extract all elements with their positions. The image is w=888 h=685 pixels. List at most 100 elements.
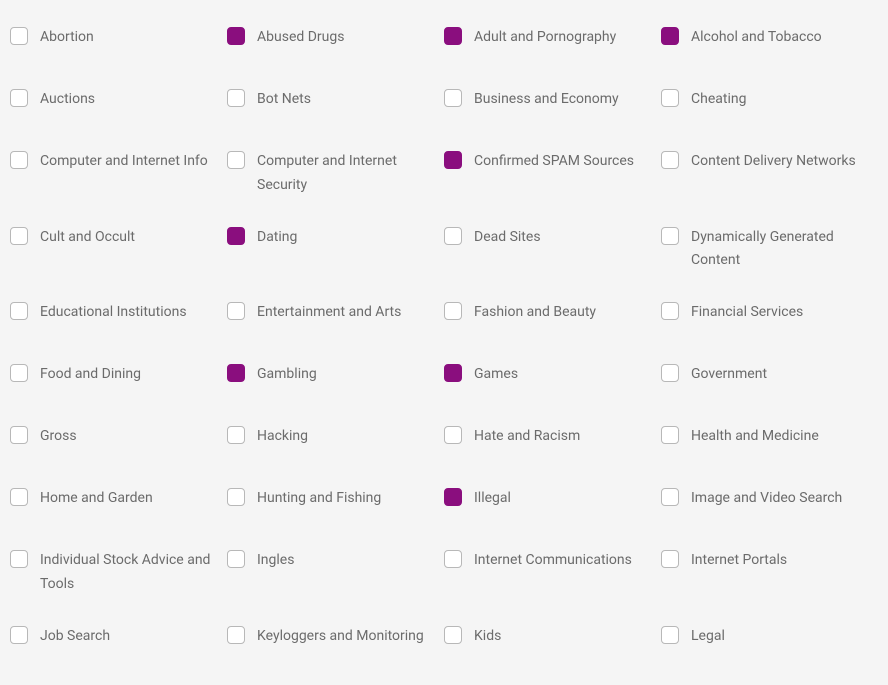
category-checkbox[interactable] <box>444 227 462 245</box>
category-checkbox[interactable] <box>661 550 679 568</box>
category-grid: Abortion Abused Drugs Adult and Pornograph… <box>10 12 878 673</box>
category-checkbox[interactable] <box>227 302 245 320</box>
category-checkbox[interactable] <box>10 302 28 320</box>
category-label: Confirmed SPAM Sources <box>474 150 644 174</box>
category-item[interactable]: Fashion and Beauty <box>444 287 661 349</box>
category-checkbox[interactable] <box>227 151 245 169</box>
category-item[interactable]: Alcohol and Tobacco <box>661 12 878 74</box>
category-checkbox[interactable] <box>10 426 28 444</box>
category-item[interactable]: Keyloggers and Monitoring <box>227 611 444 673</box>
category-item[interactable]: Business and Economy <box>444 74 661 136</box>
category-item[interactable]: Computer and Internet Security <box>227 136 444 212</box>
category-checkbox[interactable] <box>10 488 28 506</box>
category-checkbox[interactable] <box>10 89 28 107</box>
category-item[interactable]: Ingles <box>227 535 444 611</box>
category-checkbox[interactable] <box>227 27 245 45</box>
category-item[interactable]: Health and Medicine <box>661 411 878 473</box>
category-item[interactable]: Food and Dining <box>10 349 227 411</box>
category-item[interactable]: Computer and Internet Info <box>10 136 227 212</box>
category-checkbox[interactable] <box>10 151 28 169</box>
category-checkbox[interactable] <box>661 364 679 382</box>
category-item[interactable]: Image and Video Search <box>661 473 878 535</box>
category-label: Alcohol and Tobacco <box>691 26 832 50</box>
category-item[interactable]: Abortion <box>10 12 227 74</box>
category-checkbox[interactable] <box>661 151 679 169</box>
category-checkbox[interactable] <box>661 426 679 444</box>
category-label: Dating <box>257 226 307 250</box>
category-checkbox[interactable] <box>444 550 462 568</box>
category-item[interactable]: Illegal <box>444 473 661 535</box>
category-label: Abused Drugs <box>257 26 354 50</box>
category-checkbox[interactable] <box>661 626 679 644</box>
category-label: Keyloggers and Monitoring <box>257 625 434 649</box>
category-checkbox[interactable] <box>661 302 679 320</box>
category-item[interactable]: Cult and Occult <box>10 212 227 288</box>
category-label: Fashion and Beauty <box>474 301 606 325</box>
category-checkbox[interactable] <box>227 89 245 107</box>
category-checkbox[interactable] <box>444 27 462 45</box>
category-item[interactable]: Legal <box>661 611 878 673</box>
category-item[interactable]: Gross <box>10 411 227 473</box>
category-label: Adult and Pornography <box>474 26 626 50</box>
category-checkbox[interactable] <box>444 364 462 382</box>
category-item[interactable]: Abused Drugs <box>227 12 444 74</box>
category-item[interactable]: Bot Nets <box>227 74 444 136</box>
category-label: Educational Institutions <box>40 301 197 325</box>
category-checkbox[interactable] <box>227 550 245 568</box>
category-checkbox[interactable] <box>444 626 462 644</box>
category-item[interactable]: Confirmed SPAM Sources <box>444 136 661 212</box>
category-item[interactable]: Hunting and Fishing <box>227 473 444 535</box>
category-label: Dead Sites <box>474 226 551 250</box>
category-item[interactable]: Government <box>661 349 878 411</box>
category-label: Government <box>691 363 777 387</box>
category-label: Hate and Racism <box>474 425 590 449</box>
category-item[interactable]: Home and Garden <box>10 473 227 535</box>
category-label: Job Search <box>40 625 120 649</box>
category-item[interactable]: Cheating <box>661 74 878 136</box>
category-item[interactable]: Job Search <box>10 611 227 673</box>
category-item[interactable]: Kids <box>444 611 661 673</box>
category-item[interactable]: Educational Institutions <box>10 287 227 349</box>
category-item[interactable]: Financial Services <box>661 287 878 349</box>
category-label: Hunting and Fishing <box>257 487 391 511</box>
category-item[interactable]: Dating <box>227 212 444 288</box>
category-item[interactable]: Internet Communications <box>444 535 661 611</box>
category-label: Food and Dining <box>40 363 151 387</box>
category-checkbox[interactable] <box>444 302 462 320</box>
category-checkbox[interactable] <box>661 488 679 506</box>
category-checkbox[interactable] <box>10 364 28 382</box>
category-item[interactable]: Hate and Racism <box>444 411 661 473</box>
category-item[interactable]: Hacking <box>227 411 444 473</box>
category-label: Gross <box>40 425 87 449</box>
category-item[interactable]: Entertainment and Arts <box>227 287 444 349</box>
category-item[interactable]: Internet Portals <box>661 535 878 611</box>
category-item[interactable]: Content Delivery Networks <box>661 136 878 212</box>
category-checkbox[interactable] <box>10 27 28 45</box>
category-item[interactable]: Individual Stock Advice and Tools <box>10 535 227 611</box>
category-checkbox[interactable] <box>10 626 28 644</box>
category-checkbox[interactable] <box>10 550 28 568</box>
category-item[interactable]: Dead Sites <box>444 212 661 288</box>
category-checkbox[interactable] <box>661 89 679 107</box>
category-checkbox[interactable] <box>444 89 462 107</box>
category-label: Games <box>474 363 528 387</box>
category-item[interactable]: Dynamically Generated Content <box>661 212 878 288</box>
category-label: Ingles <box>257 549 304 573</box>
category-checkbox[interactable] <box>661 27 679 45</box>
category-checkbox[interactable] <box>227 426 245 444</box>
category-checkbox[interactable] <box>227 488 245 506</box>
category-label: Cheating <box>691 88 756 112</box>
category-item[interactable]: Adult and Pornography <box>444 12 661 74</box>
category-checkbox[interactable] <box>10 227 28 245</box>
category-checkbox[interactable] <box>227 227 245 245</box>
category-checkbox[interactable] <box>227 626 245 644</box>
category-checkbox[interactable] <box>444 426 462 444</box>
category-checkbox[interactable] <box>444 488 462 506</box>
category-item[interactable]: Auctions <box>10 74 227 136</box>
category-item[interactable]: Gambling <box>227 349 444 411</box>
category-checkbox[interactable] <box>661 227 679 245</box>
category-checkbox[interactable] <box>444 151 462 169</box>
category-checkbox[interactable] <box>227 364 245 382</box>
category-item[interactable]: Games <box>444 349 661 411</box>
category-label: Computer and Internet Security <box>257 150 444 198</box>
